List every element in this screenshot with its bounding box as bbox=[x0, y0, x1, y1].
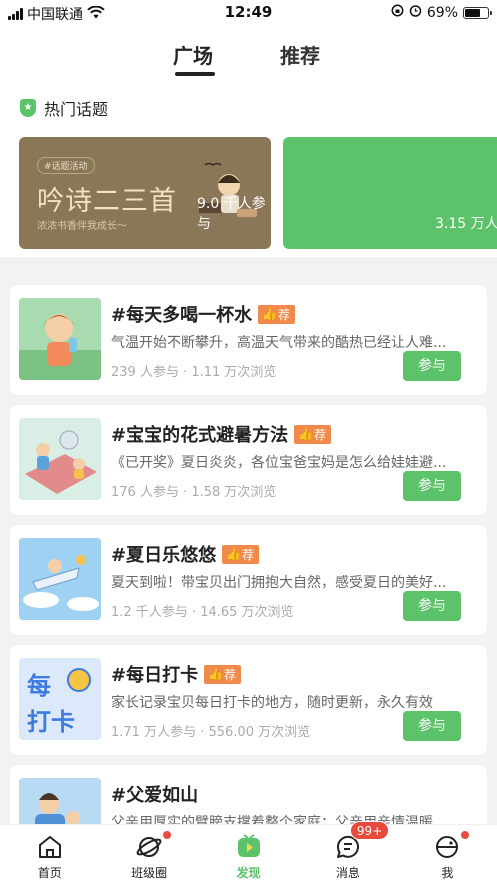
topic-card[interactable]: 每 打卡 #每日打卡 👍 荐 家长记录宝贝每日打卡的地方，随时更新，永久有效 1.7… bbox=[10, 645, 487, 755]
topic-description: 《已开奖》夏日炎炎，各位宝爸宝妈是怎么给娃娃避... bbox=[111, 455, 447, 471]
tab-label: 首页 bbox=[37, 866, 62, 880]
topic-description: 家长记录宝贝每日打卡的地方，随时更新，永久有效 bbox=[111, 695, 433, 711]
tab-messages[interactable]: 99+ 消息 bbox=[298, 821, 397, 883]
home-icon bbox=[36, 833, 64, 861]
clock-icon bbox=[67, 668, 91, 692]
topic-banner-green[interactable]: 3.15 万人参 bbox=[283, 137, 497, 249]
topic-title: #宝宝的花式避暑方法 bbox=[111, 425, 289, 446]
rotation-lock-icon bbox=[391, 4, 404, 21]
tab-label: 班级圈 bbox=[131, 866, 168, 880]
topic-thumbnail bbox=[19, 418, 101, 500]
unread-count-badge: 99+ bbox=[349, 821, 390, 840]
topic-thumbnail bbox=[19, 538, 101, 620]
hot-topics-header: ★ 热门话题 bbox=[20, 96, 108, 120]
banner-tag: #话题活动 bbox=[37, 157, 95, 174]
tab-discover[interactable]: 发现 bbox=[199, 825, 298, 883]
join-button[interactable]: 参与 bbox=[403, 351, 461, 381]
tab-home[interactable]: 首页 bbox=[0, 825, 99, 883]
topic-stats: 176 人参与 · 1.58 万次浏览 bbox=[111, 485, 277, 500]
profile-icon bbox=[433, 831, 470, 861]
tab-me[interactable]: 我 bbox=[398, 825, 497, 883]
thumbs-up-icon: 👍 bbox=[208, 667, 224, 681]
header-area: 中国联通 12:49 69% 广场 推荐 ★ 热门话题 #话题活动 吟诗二三首 … bbox=[0, 0, 497, 257]
topic-stats: 1.2 千人参与 · 14.65 万次浏览 bbox=[111, 605, 294, 620]
topic-banner-poetry[interactable]: #话题活动 吟诗二三首 浓浓书香伴我成长～ 9.0 千人参与 bbox=[19, 137, 271, 249]
topic-title: #夏日乐悠悠 bbox=[111, 545, 217, 566]
topic-title: #每天多喝一杯水 bbox=[111, 305, 253, 326]
tab-label: 我 bbox=[441, 866, 454, 880]
hot-topics-label: 热门话题 bbox=[44, 100, 109, 119]
bottom-tab-bar: 首页 班级圈 发现 99+ 消息 我 bbox=[0, 821, 497, 883]
banner-participants: 9.0 千人参与 bbox=[197, 196, 266, 232]
join-button[interactable]: 参与 bbox=[403, 471, 461, 501]
topic-description: 夏天到啦！带宝贝出门拥抱大自然，感受夏日的美好... bbox=[111, 575, 447, 591]
topic-thumbnail: 每 打卡 bbox=[19, 658, 101, 740]
thumbs-up-icon: 👍 bbox=[226, 547, 242, 561]
topic-card[interactable]: #夏日乐悠悠 👍 荐 夏天到啦！带宝贝出门拥抱大自然，感受夏日的美好... 1.2 … bbox=[10, 525, 487, 635]
join-button[interactable]: 参与 bbox=[403, 711, 461, 741]
thumbs-up-icon: 👍 bbox=[262, 307, 278, 321]
active-tab-underline bbox=[175, 72, 215, 76]
play-icon bbox=[235, 833, 263, 861]
topic-description: 气温开始不断攀升，高温天气带来的酷热已经让人难... bbox=[111, 335, 447, 351]
message-icon: 99+ bbox=[334, 821, 390, 861]
planet-icon bbox=[135, 831, 172, 861]
topic-title: #父爱如山 bbox=[111, 785, 199, 806]
tab-square[interactable]: 广场 bbox=[173, 40, 213, 69]
tab-label: 发现 bbox=[236, 866, 261, 880]
banner-subtitle: 浓浓书香伴我成长～ bbox=[37, 221, 127, 232]
topic-stats: 239 人参与 · 1.11 万次浏览 bbox=[111, 365, 277, 380]
banner-participants: 3.15 万人参 bbox=[435, 216, 497, 232]
topic-card[interactable]: #每天多喝一杯水 👍 荐 气温开始不断攀升，高温天气带来的酷热已经让人难... 23… bbox=[10, 285, 487, 395]
recommend-badge: 👍 荐 bbox=[222, 544, 260, 564]
topic-thumbnail bbox=[19, 298, 101, 380]
battery-percent: 69% bbox=[426, 4, 458, 21]
notification-dot bbox=[461, 831, 470, 839]
recommend-badge: 👍 荐 bbox=[294, 424, 332, 444]
tab-label: 消息 bbox=[335, 866, 360, 880]
tab-class-circle[interactable]: 班级圈 bbox=[99, 825, 198, 883]
status-bar: 中国联通 12:49 69% bbox=[0, 0, 497, 26]
battery-icon bbox=[463, 6, 492, 19]
banner-title: 吟诗二三首 bbox=[37, 186, 177, 217]
topic-stats: 1.71 万人参与 · 556.00 万次浏览 bbox=[111, 725, 311, 740]
topic-card[interactable]: #宝宝的花式避暑方法 👍 荐 《已开奖》夏日炎炎，各位宝爸宝妈是怎么给娃娃避... … bbox=[10, 405, 487, 515]
join-button[interactable]: 参与 bbox=[403, 591, 461, 621]
recommend-badge: 👍 荐 bbox=[204, 664, 242, 684]
recommend-badge: 👍 荐 bbox=[258, 304, 296, 324]
notification-dot bbox=[163, 831, 172, 839]
topic-title: #每日打卡 bbox=[111, 665, 199, 686]
tab-recommend[interactable]: 推荐 bbox=[280, 40, 320, 69]
star-shield-icon: ★ bbox=[20, 99, 36, 117]
thumbs-up-icon: 👍 bbox=[298, 427, 314, 441]
top-tabs: 广场 推荐 bbox=[0, 40, 497, 80]
alarm-icon bbox=[409, 4, 422, 21]
